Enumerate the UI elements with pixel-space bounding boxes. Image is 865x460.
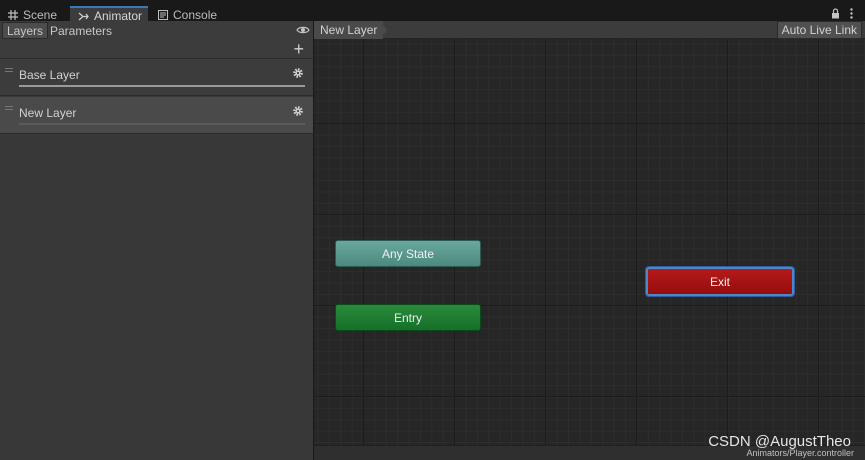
breadcrumb-arrow	[380, 21, 387, 39]
layer-weight-bar	[19, 123, 305, 125]
state-node-entry[interactable]: Entry	[335, 304, 481, 331]
grid-icon	[8, 10, 18, 20]
layers-panel: Layers Parameters + Base Layer New Layer	[0, 21, 313, 460]
layer-item-new-layer[interactable]: New Layer	[0, 97, 313, 134]
kebab-menu-icon[interactable]	[850, 8, 853, 22]
add-layer-button[interactable]: +	[293, 40, 304, 58]
layer-item-base-layer[interactable]: Base Layer	[0, 59, 313, 96]
layer-weight-bar	[19, 85, 305, 87]
state-node-exit[interactable]: Exit	[646, 267, 794, 296]
layer-name: New Layer	[19, 106, 77, 120]
animator-graph[interactable]: New Layer Auto Live Link Any State Entry…	[313, 21, 865, 460]
watermark: CSDN @AugustTheo	[708, 433, 851, 450]
tab-parameters[interactable]: Parameters	[46, 22, 116, 39]
breadcrumb[interactable]: New Layer	[314, 21, 384, 39]
eye-icon[interactable]	[296, 24, 310, 38]
auto-live-link-button[interactable]: Auto Live Link	[776, 21, 862, 39]
layer-name: Base Layer	[19, 68, 80, 82]
state-node-any-state[interactable]: Any State	[335, 240, 481, 267]
add-layer-row: +	[0, 39, 313, 59]
window-controls	[831, 8, 853, 22]
editor-tab-bar: Scene Animator Console	[0, 0, 865, 24]
gear-icon[interactable]	[292, 67, 304, 82]
tab-label: Scene	[23, 8, 58, 22]
graph-toolbar: New Layer Auto Live Link	[314, 21, 865, 39]
drag-handle-icon[interactable]	[5, 106, 13, 110]
animator-icon	[78, 12, 89, 21]
layers-toolbar: Layers Parameters	[0, 21, 313, 39]
console-icon	[158, 10, 168, 20]
tab-layers[interactable]: Layers	[2, 22, 49, 39]
lock-icon[interactable]	[831, 8, 840, 22]
tab-label: Console	[173, 8, 218, 22]
gear-icon[interactable]	[292, 105, 304, 120]
drag-handle-icon[interactable]	[5, 68, 13, 72]
